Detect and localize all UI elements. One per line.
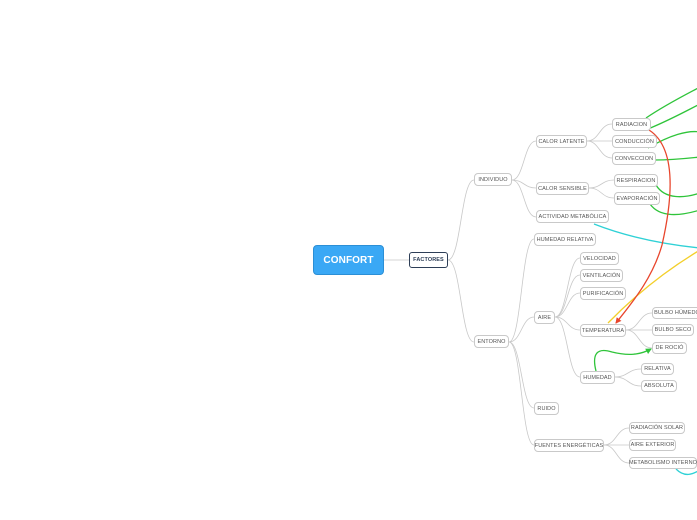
topic-individuo[interactable]: INDIVIDUO bbox=[474, 173, 512, 186]
connector-factores-individuo bbox=[447, 179, 475, 261]
root-topic[interactable]: CONFORT bbox=[313, 245, 384, 275]
topic-purificacion[interactable]: PURIFICACIÓN bbox=[580, 287, 626, 300]
relation-respiracion-offscreen bbox=[655, 184, 697, 198]
topic-entorno[interactable]: ENTORNO bbox=[474, 335, 509, 348]
topic-actividad-metabolica[interactable]: ACTIVIDAD METABÓLICA bbox=[536, 210, 609, 223]
relation-actividad-offscreen bbox=[593, 223, 697, 249]
topic-ruido[interactable]: RUIDO bbox=[534, 402, 559, 415]
topic-de-rocio[interactable]: DE ROCIÓ bbox=[652, 342, 687, 354]
relation-metabolismo-offscreen bbox=[675, 468, 697, 476]
connector-temp-de-rocio bbox=[625, 329, 653, 349]
topic-factores[interactable]: FACTORES bbox=[409, 252, 448, 268]
connector-factores-entorno bbox=[447, 259, 475, 343]
topic-conduccion[interactable]: CONDUCCIÓN bbox=[612, 135, 657, 148]
topic-calor-sensible[interactable]: CALOR SENSIBLE bbox=[536, 182, 589, 195]
connector-entorno-ruido bbox=[508, 341, 535, 409]
connector-individuo-actividad bbox=[511, 179, 537, 218]
topic-temperatura[interactable]: TEMPERATURA bbox=[580, 324, 626, 337]
topic-velocidad[interactable]: VELOCIDAD bbox=[580, 252, 619, 265]
topic-respiracion[interactable]: RESPIRACION bbox=[614, 174, 658, 187]
topic-radiacion-solar[interactable]: RADIACIÓN SOLAR bbox=[629, 422, 685, 434]
connector-sensible-respiracion bbox=[588, 179, 615, 189]
connector-aire-velocidad bbox=[554, 257, 581, 318]
topic-relativa[interactable]: RELATIVA bbox=[641, 363, 674, 375]
connector-fuentes-metabolismo bbox=[603, 444, 630, 464]
connector-humedad-relativa bbox=[614, 368, 642, 378]
topic-ventilacion[interactable]: VENTILACIÓN bbox=[580, 269, 623, 282]
connector-fuentes-radiacion-solar bbox=[603, 427, 630, 446]
connector-temp-bulbo-humedo bbox=[625, 312, 653, 331]
connector-individuo-calor-latente bbox=[511, 140, 537, 181]
topic-conveccion[interactable]: CONVECCION bbox=[612, 152, 656, 165]
topic-evaporacion[interactable]: EVAPORACIÓN bbox=[614, 192, 660, 205]
connector-latente-radiacion bbox=[586, 123, 613, 142]
relation-radiacion-offscreen bbox=[645, 87, 697, 119]
connector-humedad-absoluta bbox=[614, 376, 642, 387]
topic-bulbo-humedo[interactable]: BULBO HÚMEDO bbox=[652, 307, 697, 319]
connector-latente-conveccion bbox=[586, 140, 613, 159]
connector-aire-humedad bbox=[554, 316, 581, 378]
connector-entorno-fuentes bbox=[508, 341, 535, 446]
connector-entorno-humedad-relativa bbox=[508, 238, 535, 343]
relation-radiacion-offscreen-2 bbox=[647, 104, 697, 130]
connector-sensible-evaporacion bbox=[588, 187, 615, 199]
topic-bulbo-seco[interactable]: BULBO SECO bbox=[652, 324, 694, 336]
topic-humedad[interactable]: HUMEDAD bbox=[580, 371, 615, 384]
topic-aire-exterior[interactable]: AIRE EXTERIOR bbox=[629, 439, 676, 451]
topic-radiacion[interactable]: RADIACION bbox=[612, 118, 651, 131]
topic-fuentes-energeticas[interactable]: FUENTES ENERGÉTICAS bbox=[534, 439, 604, 452]
topic-metabolismo-interno[interactable]: METABOLISMO INTERNO bbox=[629, 457, 697, 469]
topic-absoluta[interactable]: ABSOLUTA bbox=[641, 380, 677, 392]
topic-calor-latente[interactable]: CALOR LATENTE bbox=[536, 135, 587, 148]
relation-conveccion-offscreen bbox=[653, 156, 697, 161]
connector-aire-ventilacion bbox=[554, 274, 581, 318]
topic-humedad-relativa[interactable]: HUMEDAD RELATIVA bbox=[534, 233, 596, 246]
topic-aire[interactable]: AIRE bbox=[534, 311, 555, 324]
relation-evaporacion-offscreen bbox=[649, 203, 697, 216]
